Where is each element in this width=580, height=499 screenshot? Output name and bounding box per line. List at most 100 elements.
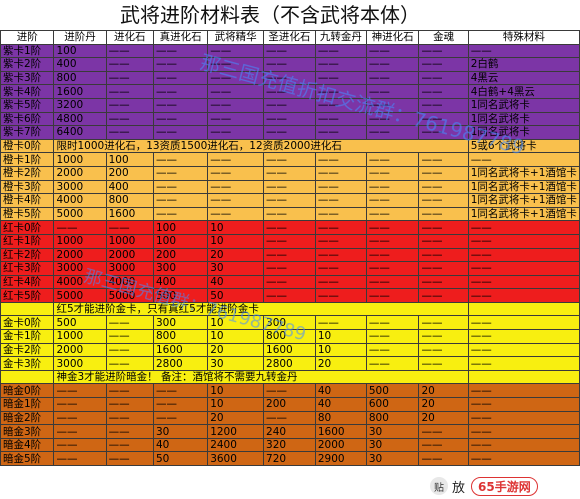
table-cell: 100 xyxy=(152,220,209,235)
table-cell: —— xyxy=(314,233,367,249)
table-cell: 10 xyxy=(207,220,265,235)
table-cell: —— xyxy=(263,206,316,222)
table-cell: 1600 xyxy=(263,342,316,358)
table-cell: —— xyxy=(418,288,469,303)
table-cell: —— xyxy=(467,451,580,466)
table-cell: —— xyxy=(418,84,469,99)
table-cell: 1000 xyxy=(53,152,107,167)
table-cell: —— xyxy=(418,451,469,466)
table-body: 紫卡1阶 100 —— —— —— —— —— —— —— —— 紫卡2阶 400 —— —— —— —— ——… xyxy=(0,43,580,466)
table-cell xyxy=(467,301,580,317)
table-cell: 30 xyxy=(207,261,265,276)
column-header: 武将精华 xyxy=(207,30,265,45)
table-cell: 暗金0阶 xyxy=(0,383,55,399)
table-cell: 40 xyxy=(314,383,367,399)
table-cell: 1同名武将卡+1酒馆卡 xyxy=(467,193,580,208)
table-cell: —— xyxy=(418,315,469,331)
table-row: 紫卡3阶 800 —— —— —— —— —— —— —— 4黑云 xyxy=(0,70,580,86)
table-cell: —— xyxy=(418,152,469,167)
table-cell: 3000 xyxy=(105,261,154,276)
table-row: 神金3才能进阶暗金！ 备注：酒馆将不需要九转金丹 xyxy=(0,369,580,385)
table-cell: 720 xyxy=(263,451,316,466)
column-header: 特殊材料 xyxy=(467,30,580,45)
materials-table: 进阶 进阶丹 进化石 真进化石 武将精华 圣进化石 九转金丹 神进化石 金魂 特殊材料 紫卡1阶 1… xyxy=(0,30,580,466)
note-cell: 红5才能进阶金卡，只有真红5才能进阶金卡 xyxy=(53,301,469,317)
table-row: 紫卡2阶 400 —— —— —— —— —— —— —— 2白鹤 xyxy=(0,57,580,72)
site-badge: 65手游网 xyxy=(471,476,538,496)
table-row: 红卡4阶 4000 4000 400 40 —— —— —— —— —— xyxy=(0,274,580,290)
table-cell: 800 xyxy=(365,410,420,426)
table-cell xyxy=(0,369,55,385)
table-cell: —— xyxy=(152,179,209,195)
table-row: 暗金3阶 —— —— 30 1200 240 1600 30 —— —— xyxy=(0,424,580,439)
table-cell: —— xyxy=(152,165,209,181)
table-cell: —— xyxy=(105,397,154,412)
table-cell: —— xyxy=(418,261,469,276)
table-row: 金卡3阶 3000 —— 2800 30 2800 20 —— —— —— xyxy=(0,356,580,371)
table-cell: —— xyxy=(467,342,580,358)
column-header: 进阶 xyxy=(0,30,55,45)
table-cell: —— xyxy=(467,437,580,453)
table-cell: —— xyxy=(152,70,209,86)
table-cell: —— xyxy=(467,261,580,276)
table-row: 紫卡4阶 1600 —— —— —— —— —— —— —— 4白鹤+4黑云 xyxy=(0,84,580,99)
table-cell: 暗金1阶 xyxy=(0,397,55,412)
table-cell: 10 xyxy=(207,315,265,331)
table-cell: —— xyxy=(152,206,209,222)
table-cell: 10 xyxy=(207,397,265,412)
table-cell: 4000 xyxy=(105,274,154,290)
table-cell: —— xyxy=(152,111,209,127)
table-cell: —— xyxy=(365,261,420,276)
table-cell: 20 xyxy=(314,356,367,371)
table-cell: 10 xyxy=(207,329,265,344)
table-cell: 100 xyxy=(152,233,209,249)
table-cell: 2白鹤 xyxy=(467,57,580,72)
table-row: 橙卡5阶 5000 1600 —— —— —— —— —— —— 1同名武将卡+1酒馆卡 xyxy=(0,206,580,222)
table-cell: —— xyxy=(418,342,469,358)
table-cell: —— xyxy=(418,43,469,59)
table-cell: —— xyxy=(418,424,469,439)
table-cell: 紫卡2阶 xyxy=(0,57,55,72)
table-cell: 300 xyxy=(152,315,209,331)
table-cell: 600 xyxy=(365,397,420,412)
table-cell: 2000 xyxy=(53,247,107,263)
table-cell: 2400 xyxy=(207,437,265,453)
table-cell: —— xyxy=(314,247,367,263)
table-cell: 3200 xyxy=(53,97,107,113)
table-cell: —— xyxy=(105,437,154,453)
table-cell: 1同名武将卡+1酒馆卡 xyxy=(467,165,580,181)
table-cell: —— xyxy=(53,437,107,453)
table-cell: 5或6个武将卡 xyxy=(467,138,580,154)
table-cell: 400 xyxy=(105,179,154,195)
table-cell: —— xyxy=(365,356,420,371)
table-cell: 红卡1阶 xyxy=(0,233,55,249)
table-row: 暗金5阶 —— —— 50 3600 720 2900 30 —— —— xyxy=(0,451,580,466)
table-cell: 5000 xyxy=(53,206,107,222)
table-cell: 10 xyxy=(207,383,265,399)
table-cell: 3000 xyxy=(53,356,107,371)
table-cell: 30 xyxy=(152,424,209,439)
table-cell: 1同名武将卡 xyxy=(467,111,580,127)
table-cell: 2000 xyxy=(53,165,107,181)
table-row: 红5才能进阶金卡，只有真红5才能进阶金卡 xyxy=(0,301,580,317)
table-row: 金卡0阶 500 —— 300 10 300 —— —— —— —— xyxy=(0,315,580,331)
table-cell: —— xyxy=(207,84,265,99)
table-cell: 200 xyxy=(152,247,209,263)
table-row: 紫卡1阶 100 —— —— —— —— —— —— —— —— xyxy=(0,43,580,59)
table-cell: —— xyxy=(365,329,420,344)
table-cell: —— xyxy=(207,125,265,140)
table-cell: 1同名武将卡 xyxy=(467,97,580,113)
table-cell: —— xyxy=(263,233,316,249)
table-row: 红卡1阶 1000 1000 100 10 —— —— —— —— —— xyxy=(0,233,580,249)
table-row: 橙卡1阶 1000 100 —— —— —— —— —— —— —— xyxy=(0,152,580,167)
table-cell: —— xyxy=(263,125,316,140)
table-cell: 1600 xyxy=(152,342,209,358)
table-cell: 橙卡0阶 xyxy=(0,138,55,154)
table-cell: —— xyxy=(418,437,469,453)
table-cell: 20 xyxy=(418,383,469,399)
table-cell: —— xyxy=(365,111,420,127)
table-row: 橙卡3阶 3000 400 —— —— —— —— —— —— 1同名武将卡+1酒馆卡 xyxy=(0,179,580,195)
table-cell: 金卡2阶 xyxy=(0,342,55,358)
table-cell: —— xyxy=(314,261,367,276)
table-cell: 400 xyxy=(53,57,107,72)
